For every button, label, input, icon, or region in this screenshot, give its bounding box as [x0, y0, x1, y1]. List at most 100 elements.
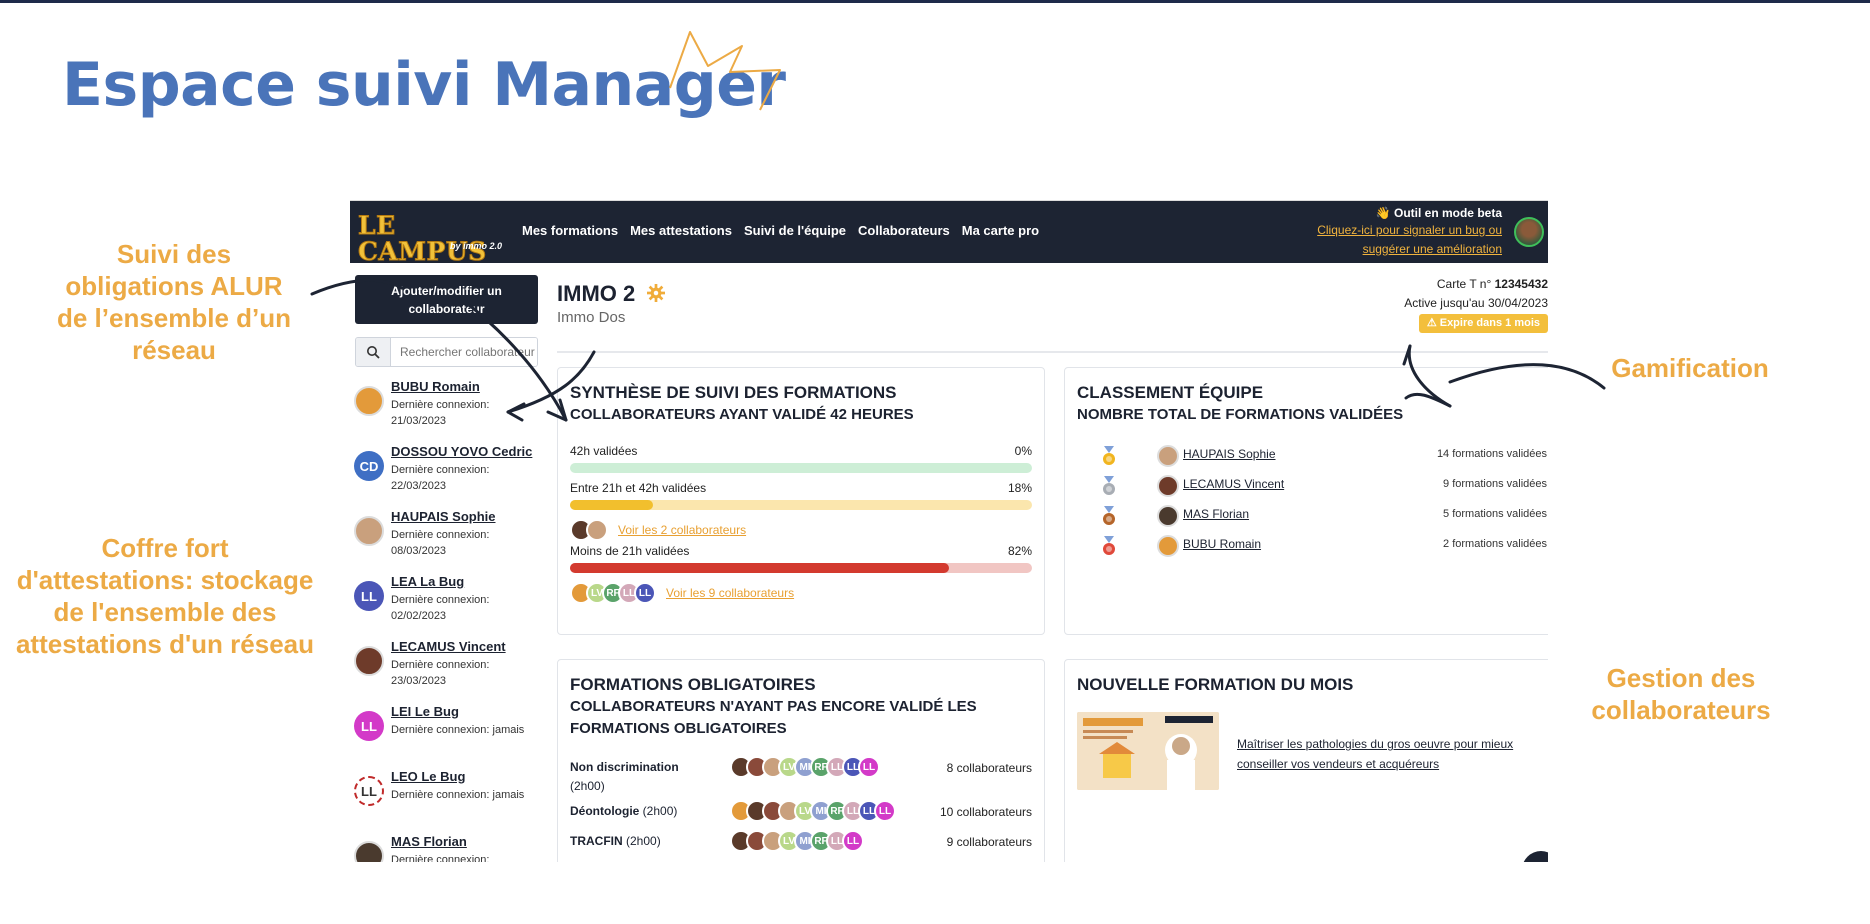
- collaborator-item[interactable]: BUBU Romain Dernière connexion: 21/03/202…: [354, 379, 540, 444]
- ranking-count: 5 formations validées: [1443, 508, 1547, 520]
- obligatoire-row: Non discrimination (2h00) LV MI RF LL LL LL 8 c…: [570, 756, 1032, 793]
- nav-collaborateurs[interactable]: Collaborateurs: [858, 223, 950, 238]
- classement-title: CLASSEMENT ÉQUIPE: [1077, 383, 1264, 402]
- missing-count[interactable]: 9 collaborateurs: [947, 835, 1032, 849]
- carte-pro-info: Carte T n° 12345432 Active jusqu'au 30/0…: [1404, 275, 1548, 333]
- progress-track: [570, 563, 1032, 573]
- add-collaborator-button[interactable]: Ajouter/modifier un collaborateur: [355, 275, 538, 324]
- collaborator-name[interactable]: DOSSOU YOVO Cedric: [391, 444, 532, 459]
- collaborator-name[interactable]: LEA La Bug: [391, 574, 464, 589]
- formation-name: TRACFIN (2h00): [570, 832, 720, 851]
- search-icon[interactable]: [356, 338, 391, 366]
- collaborator-name[interactable]: MAS Florian: [391, 834, 467, 849]
- expire-badge: ⚠ Expire dans 1 mois: [1418, 314, 1548, 333]
- collaborator-item[interactable]: LL LEA La Bug Dernière connexion: 02/02/20…: [354, 574, 540, 639]
- mini-avatar: [586, 519, 608, 541]
- missing-count[interactable]: 8 collaborateurs: [947, 761, 1032, 775]
- see-collaborators-link[interactable]: Voir les 2 collaborateurs: [618, 523, 746, 537]
- avatar-stack: LV MI RF LL LL: [730, 830, 864, 852]
- avatar-stack: LV MI RF LL LL LL: [730, 800, 896, 822]
- ranking-name[interactable]: MAS Florian: [1183, 507, 1249, 521]
- collaborator-avatar: [354, 386, 384, 416]
- ranking-row: HAUPAIS Sophie 14 formations validées: [1077, 444, 1547, 468]
- collaborator-name[interactable]: LEO Le Bug: [391, 769, 465, 784]
- collaborator-last-login: Dernière connexion: 23/03/2023: [391, 659, 490, 687]
- campus-app-window: LE CAMPUS by immo 2.0 Mes formations Mes…: [350, 200, 1548, 862]
- synthese-row-header: Entre 21h et 42h validées 18%: [570, 481, 1032, 495]
- top-navbar: LE CAMPUS by immo 2.0 Mes formations Mes…: [350, 201, 1548, 265]
- synthese-row-header: 42h validées 0%: [570, 444, 1032, 458]
- nav-carte-pro[interactable]: Ma carte pro: [962, 223, 1039, 238]
- collaborator-item[interactable]: LL LEO Le Bug Dernière connexion: jamais: [354, 769, 540, 834]
- search-input[interactable]: [391, 338, 537, 366]
- synthese-row-label: Moins de 21h validées: [570, 544, 690, 558]
- nouvelle-formation-panel: NOUVELLE FORMATION DU MOIS Maîtriser les…: [1064, 659, 1548, 862]
- ranking-name[interactable]: HAUPAIS Sophie: [1183, 447, 1276, 461]
- nav-links: Mes formations Mes attestations Suivi de…: [522, 223, 1039, 238]
- formation-thumbnail[interactable]: [1077, 712, 1219, 790]
- mini-avatar: LL: [634, 582, 656, 604]
- collaborator-last-login: Dernière connexion: jamais: [391, 724, 525, 736]
- obligatoire-row: TRACFIN (2h00) LV MI RF LL LL 9 collaborateurs: [570, 830, 1032, 862]
- obligatoires-subtitle: COLLABORATEURS N'AYANT PAS ENCORE VALIDÉ…: [570, 698, 977, 737]
- collaborator-name[interactable]: LECAMUS Vincent: [391, 639, 506, 654]
- ranking-count: 2 formations validées: [1443, 538, 1547, 550]
- avatar-stack: LV MI RF LL LL LL: [730, 756, 880, 778]
- collaborator-avatar: [354, 646, 384, 676]
- ranking-avatar: [1157, 475, 1179, 497]
- user-avatar[interactable]: [1514, 217, 1544, 247]
- mini-avatar: LL: [858, 756, 880, 778]
- collaborator-avatar: [354, 841, 384, 862]
- collaborator-name[interactable]: HAUPAIS Sophie: [391, 509, 496, 524]
- callout-gestion-collaborateurs: Gestion des collaborateurs: [1591, 663, 1771, 725]
- ranking-count: 9 formations validées: [1443, 478, 1547, 490]
- avatar-stack: LV RF LL LL Voir les 9 collaborateurs: [570, 582, 1032, 604]
- collaborator-last-login: Dernière connexion: 08/03/2023: [391, 529, 490, 557]
- progress-track: [570, 500, 1032, 510]
- collaborator-name[interactable]: BUBU Romain: [391, 379, 480, 394]
- obligatoire-row: Déontologie (2h00) LV MI RF LL LL LL 10 collabo…: [570, 800, 1032, 832]
- progress-fill: [570, 500, 654, 510]
- medal-icon: [1103, 536, 1115, 555]
- formation-name: Non discrimination (2h00): [570, 758, 690, 796]
- card-label: Carte T n°: [1436, 277, 1492, 291]
- callout-coffre-fort: Coffre fort d'attestations: stockage de …: [15, 533, 315, 659]
- collaborator-item[interactable]: LECAMUS Vincent Dernière connexion: 23/03…: [354, 639, 540, 704]
- ranking-name[interactable]: LECAMUS Vincent: [1183, 477, 1284, 491]
- collaborator-item[interactable]: HAUPAIS Sophie Dernière connexion: 08/03/…: [354, 509, 540, 574]
- callout-gamification: Gamification: [1611, 353, 1769, 383]
- collaborator-item[interactable]: CD DOSSOU YOVO Cedric Dernière connexion: …: [354, 444, 540, 509]
- formation-duration: (2h00): [642, 804, 678, 818]
- gear-icon[interactable]: [647, 284, 665, 302]
- nav-mes-formations[interactable]: Mes formations: [522, 223, 618, 238]
- top-border-line: [0, 0, 1870, 3]
- synthese-subtitle: COLLABORATEURS AYANT VALIDÉ 42 HEURES: [570, 406, 914, 423]
- nav-mes-attestations[interactable]: Mes attestations: [630, 223, 732, 238]
- collaborator-avatar: [354, 516, 384, 546]
- collaborator-sidebar: Ajouter/modifier un collaborateur BUBU R…: [350, 263, 540, 862]
- see-collaborators-link[interactable]: Voir les 9 collaborateurs: [666, 586, 794, 600]
- synthese-panel: SYNTHÈSE DE SUIVI DES FORMATIONS COLLABO…: [557, 367, 1045, 635]
- avatar-stack: Voir les 2 collaborateurs: [570, 519, 1032, 541]
- nouvelle-title: NOUVELLE FORMATION DU MOIS: [1077, 675, 1354, 694]
- ranking-row: LECAMUS Vincent 9 formations validées: [1077, 474, 1547, 498]
- nav-suivi-equipe[interactable]: Suivi de l'équipe: [744, 223, 846, 238]
- collaborator-item[interactable]: MAS Florian Dernière connexion: 23/03/202…: [354, 834, 540, 862]
- collaborator-name[interactable]: LEI Le Bug: [391, 704, 459, 719]
- synthese-row-label: 42h validées: [570, 444, 638, 458]
- missing-count[interactable]: 10 collaborateurs: [940, 805, 1032, 819]
- collaborator-last-login: Dernière connexion: 21/03/2023: [391, 399, 490, 427]
- le-campus-logo[interactable]: LE CAMPUS by immo 2.0: [358, 212, 508, 265]
- header-divider: [557, 351, 1548, 353]
- formation-du-mois-link[interactable]: Maîtriser les pathologies du gros oeuvre…: [1237, 734, 1537, 774]
- agency-subname: Immo Dos: [557, 309, 626, 326]
- report-bug-link[interactable]: Cliquez-ici pour signaler un bug ou sugg…: [1282, 221, 1502, 259]
- collaborator-item[interactable]: LL LEI Le Bug Dernière connexion: jamais: [354, 704, 540, 769]
- synthese-row-percent: 0%: [1014, 444, 1032, 458]
- ranking-name[interactable]: BUBU Romain: [1183, 537, 1261, 551]
- medal-icon: [1103, 446, 1115, 465]
- collaborator-avatar: LL: [354, 776, 384, 806]
- formation-title: Déontologie: [570, 804, 640, 818]
- medal-icon: [1103, 506, 1115, 525]
- synthese-row: Entre 21h et 42h validées 18% Voir les 2 c…: [570, 481, 1032, 541]
